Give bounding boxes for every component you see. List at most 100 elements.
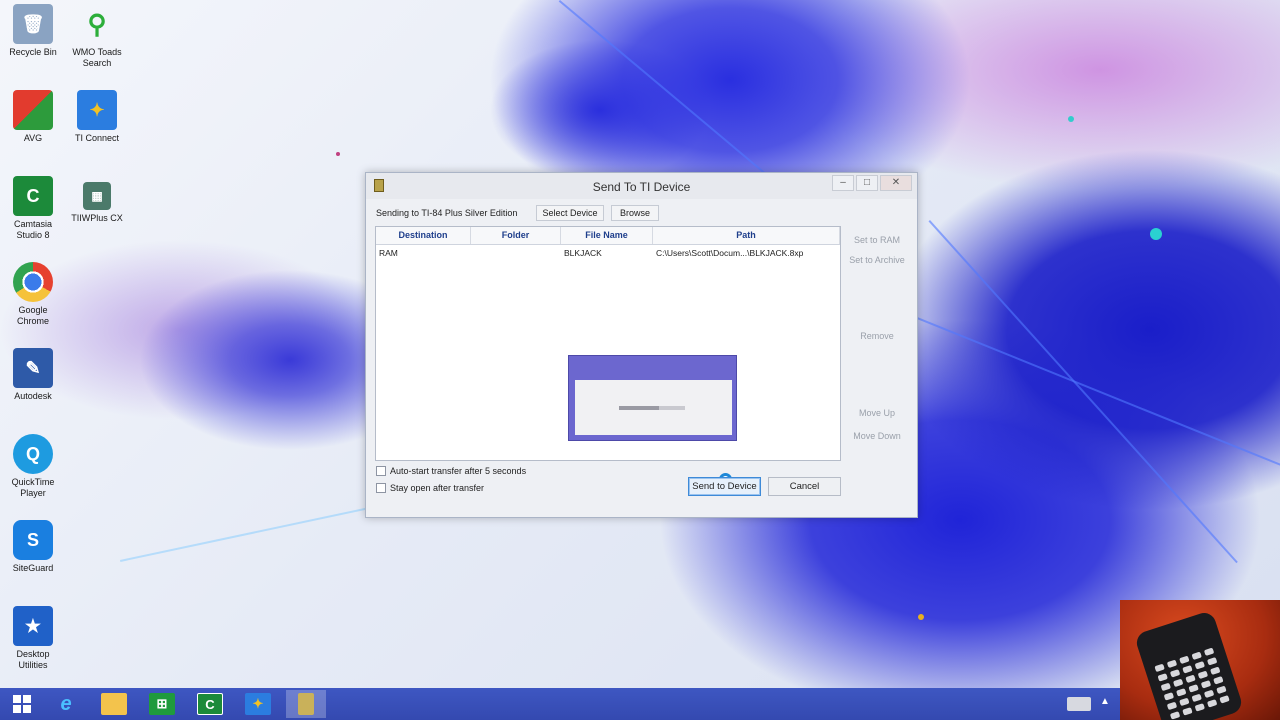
desktop-icon-quicktime[interactable]: Q QuickTime Player	[2, 434, 64, 499]
stay-open-option[interactable]: Stay open after transfer	[376, 483, 484, 493]
autostart-checkbox[interactable]	[376, 466, 386, 476]
desktop-icon-label: Camtasia Studio 8	[13, 219, 52, 240]
taskbar-internet-explorer[interactable]: e	[46, 690, 86, 718]
desktop-icon-label: Desktop Utilities	[16, 649, 50, 670]
wallpaper-dot	[1150, 228, 1162, 240]
utilities-icon: ★	[13, 606, 53, 646]
column-header-file-name[interactable]: File Name	[561, 227, 653, 244]
column-header-path[interactable]: Path	[653, 227, 840, 244]
calculator-key	[1200, 680, 1212, 689]
wallpaper-dot	[1068, 116, 1074, 122]
wallpaper-streak	[928, 220, 1238, 564]
desktop-icon-avg[interactable]: AVG	[2, 90, 64, 144]
autodesk-icon: ✎	[13, 348, 53, 388]
magnifier-icon: ⚲	[87, 8, 107, 39]
keyboard-tray-icon[interactable]	[1067, 697, 1091, 711]
set-to-archive-button[interactable]: Set to Archive	[846, 251, 908, 269]
store-icon: ⊞	[149, 693, 175, 715]
desktop-icon-utilities[interactable]: ★ Desktop Utilities	[2, 606, 64, 671]
calculator-key	[1188, 684, 1199, 693]
taskbar-store[interactable]: ⊞	[142, 690, 182, 718]
desktop-icon-label: TI Connect	[74, 133, 120, 143]
cell-file-name: BLKJACK	[564, 248, 602, 258]
autostart-option[interactable]: Auto-start transfer after 5 seconds	[376, 466, 526, 476]
desktop-icon-label: Recycle Bin	[9, 47, 57, 57]
calculator-key	[1172, 678, 1184, 688]
calculator-key	[1154, 663, 1165, 673]
recycle-bin-icon: 🗑	[13, 4, 53, 44]
wallpaper-streak	[899, 310, 1280, 470]
stay-open-label: Stay open after transfer	[390, 483, 485, 493]
desktop-icon-label: TIIWPlus CX	[71, 213, 123, 223]
calculator-key	[1163, 692, 1175, 701]
taskbar-file-explorer[interactable]	[94, 690, 134, 718]
close-button[interactable]: ✕	[880, 175, 912, 191]
file-list-table[interactable]: Destination Folder File Name Path RAM BL…	[375, 226, 841, 486]
calculator-key	[1166, 701, 1178, 711]
desktop-icon-tiiwplus[interactable]: ▦ TIIWPlus CX	[66, 176, 128, 224]
taskbar-camtasia[interactable]: C	[190, 690, 230, 718]
tray-expand-icon[interactable]: ▲	[1100, 696, 1110, 707]
calculator-key	[1182, 707, 1193, 716]
ti-connect-icon: ✦	[77, 90, 117, 130]
table-header: Destination Folder File Name Path	[376, 227, 840, 245]
remove-button[interactable]: Remove	[846, 327, 908, 345]
dialog-titlebar[interactable]: Send To TI Device – □ ✕	[366, 173, 917, 199]
desktop-icon-autodesk[interactable]: ✎ Autodesk	[2, 348, 64, 402]
select-device-button[interactable]: Select Device	[536, 205, 604, 221]
calculator-key	[1203, 689, 1215, 699]
camtasia-icon: C	[197, 693, 223, 715]
autostart-label: Auto-start transfer after 5 seconds	[390, 466, 527, 476]
calculator-key	[1160, 682, 1172, 692]
calculator-key	[1197, 670, 1209, 680]
calculator-key	[1191, 693, 1202, 703]
desktop-icon-chrome[interactable]: Google Chrome	[2, 262, 64, 327]
desktop-icon-recycle-bin[interactable]: 🗑 Recycle Bin	[2, 4, 64, 58]
wallpaper-dot	[918, 614, 924, 620]
desktop-icon-wmo-search[interactable]: ⚲ WMO Toads Search	[66, 4, 128, 69]
table-row[interactable]: RAM BLKJACK C:\Users\Scott\Docum...\BLKJ…	[376, 245, 840, 261]
browse-button[interactable]: Browse	[611, 205, 659, 221]
wallpaper-dot	[336, 152, 340, 156]
avg-icon	[13, 90, 53, 130]
stay-open-checkbox[interactable]	[376, 483, 386, 493]
desktop-icon-ti-connect[interactable]: ✦ TI Connect	[66, 90, 128, 144]
calculator-key	[1179, 655, 1190, 665]
calculator-key	[1194, 661, 1206, 670]
cell-folder	[471, 245, 561, 261]
calculator-key	[1216, 685, 1227, 695]
calculator-key	[1206, 657, 1218, 666]
chrome-icon	[13, 262, 53, 302]
calculator-key	[1185, 674, 1196, 684]
taskbar-ti-connect[interactable]: ✦	[238, 690, 278, 718]
calculator-key	[1157, 673, 1168, 682]
ti-connect-icon: ✦	[245, 693, 271, 715]
siteguard-icon: S	[13, 520, 53, 560]
move-up-button[interactable]: Move Up	[846, 404, 908, 422]
send-to-device-icon	[298, 693, 314, 715]
send-to-ti-device-dialog: Send To TI Device – □ ✕ Sending to TI-84…	[365, 172, 918, 518]
calculator-key	[1210, 666, 1221, 676]
taskbar: e ⊞ C ✦ ▲	[0, 688, 1280, 720]
progress-bar	[619, 406, 685, 410]
desktop-icon-camtasia[interactable]: C Camtasia Studio 8	[2, 176, 64, 241]
start-button[interactable]	[2, 690, 42, 718]
cancel-button[interactable]: Cancel	[768, 477, 841, 496]
progress-fill	[619, 406, 659, 410]
maximize-button[interactable]: □	[856, 175, 878, 191]
progress-panel	[575, 380, 732, 435]
minimize-button[interactable]: –	[832, 175, 854, 191]
send-to-device-button[interactable]: Send to Device	[688, 477, 761, 496]
camtasia-icon: C	[13, 176, 53, 216]
calculator-key	[1176, 688, 1187, 697]
desktop-icon-label: WMO Toads Search	[72, 47, 122, 68]
calculator-key	[1213, 676, 1224, 685]
column-header-folder[interactable]: Folder	[471, 227, 561, 244]
taskbar-send-to-device[interactable]	[286, 690, 326, 718]
calculator-key	[1206, 699, 1218, 708]
move-down-button[interactable]: Move Down	[846, 427, 908, 445]
desktop-icon-siteguard[interactable]: S SiteGuard	[2, 520, 64, 574]
sending-to-label: Sending to TI-84 Plus Silver Edition	[376, 208, 518, 218]
column-header-destination[interactable]: Destination	[376, 227, 471, 244]
set-to-ram-button[interactable]: Set to RAM	[846, 231, 908, 249]
